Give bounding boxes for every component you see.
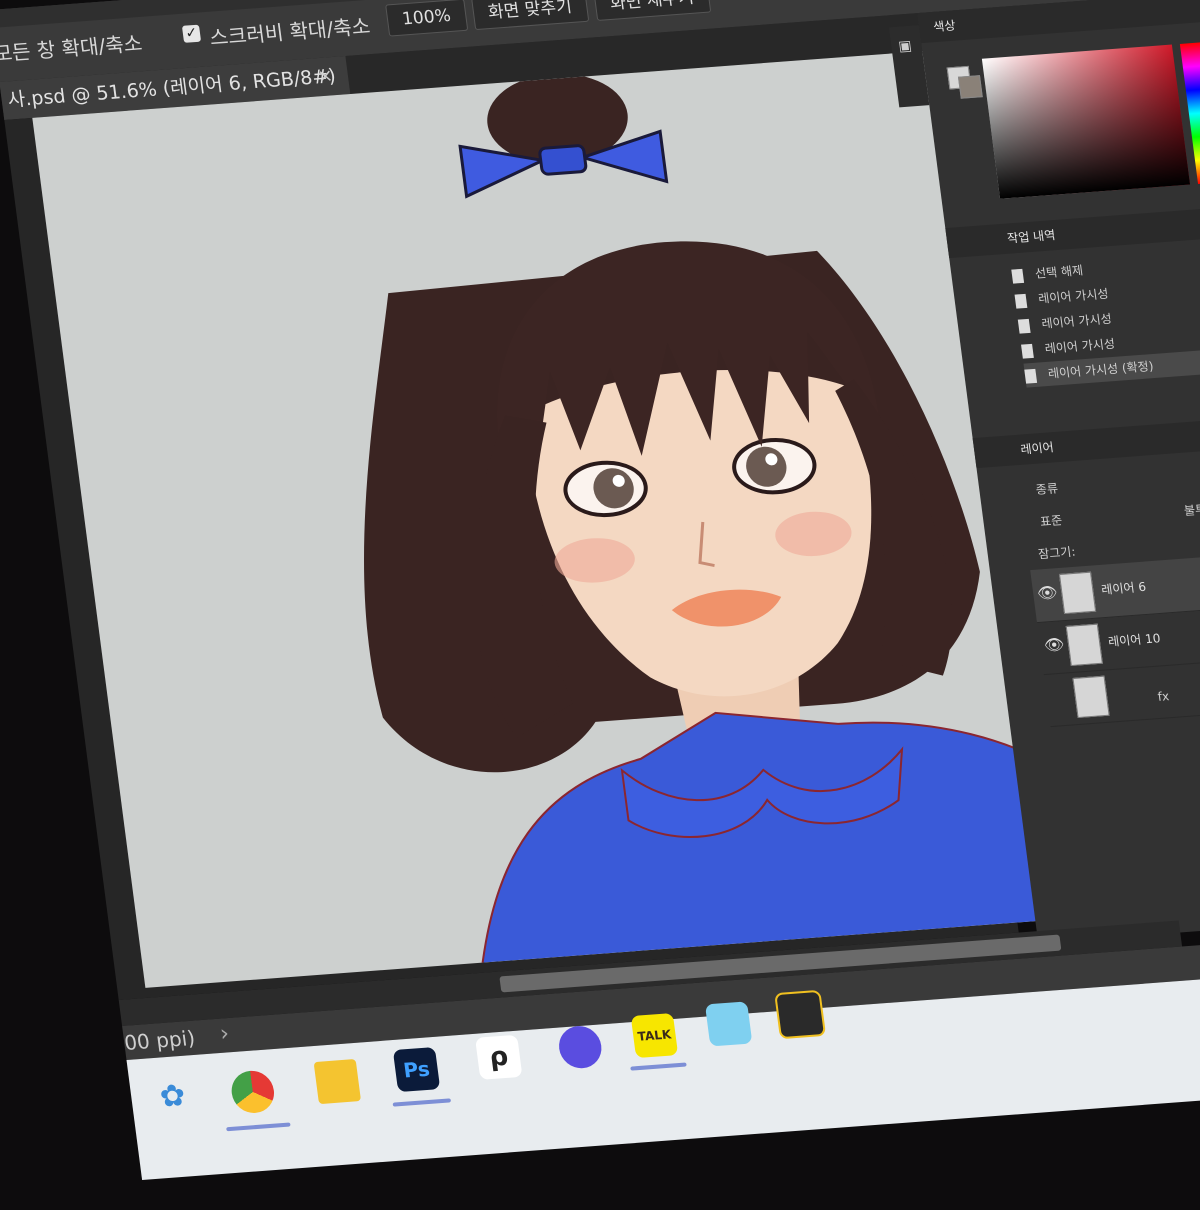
notes-icon[interactable] — [705, 1001, 752, 1046]
zoom-percent-field[interactable]: 100% — [385, 0, 468, 37]
chrome-icon[interactable] — [229, 1069, 276, 1114]
ribbon-knot — [539, 145, 586, 174]
active-indicator — [393, 1098, 452, 1106]
photoshop-icon[interactable]: Ps — [393, 1047, 440, 1092]
status-menu-arrow-icon[interactable]: › — [218, 1021, 230, 1047]
sticky-app-icon[interactable] — [774, 990, 826, 1039]
fill-screen-button[interactable]: 화면 채우기 — [593, 0, 711, 21]
blend-mode-select[interactable]: 표준 — [1039, 511, 1063, 530]
layers-panel-tabs: 레이어 — [973, 413, 1200, 468]
history-panel-tabs: 작업 내역 — [945, 203, 1200, 258]
file-explorer-icon[interactable] — [314, 1059, 361, 1104]
layer-name: 레이어 10 — [1107, 629, 1161, 650]
fit-screen-button[interactable]: 화면 맞추기 — [471, 0, 589, 30]
clip-studio-icon[interactable]: ρ — [475, 1035, 522, 1080]
all-windows-zoom-label[interactable]: 모든 창 확대/축소 — [0, 27, 144, 67]
active-indicator — [630, 1062, 687, 1070]
close-tab-icon[interactable]: × — [315, 57, 335, 96]
layer-thumbnail — [1066, 624, 1103, 666]
canvas-workspace[interactable] — [4, 53, 1018, 1001]
color-picker-field[interactable] — [982, 45, 1190, 199]
active-indicator — [226, 1122, 291, 1131]
tab-color[interactable]: 색상 — [932, 16, 956, 35]
layer-filter-select[interactable]: 종류 — [1035, 479, 1059, 498]
monitor-screen: 모든 창 확대/축소 ✓ 스크러비 확대/축소 100% 화면 맞추기 화면 채… — [0, 0, 1200, 1210]
eye-icon[interactable]: 👁 — [1043, 634, 1066, 655]
layer-thumbnail — [1059, 572, 1096, 614]
eye-icon[interactable]: 👁 — [1036, 582, 1059, 603]
document-icon — [1018, 318, 1031, 333]
comment-icon[interactable]: ▣ — [897, 38, 912, 55]
fx-button[interactable]: fx — [1157, 689, 1170, 704]
kakaotalk-icon[interactable]: TALK — [631, 1013, 678, 1058]
opacity-label: 불투명도: — [1183, 499, 1200, 520]
document-icon — [1011, 268, 1024, 283]
document-icon — [1021, 343, 1034, 358]
document-icon — [1014, 293, 1027, 308]
tab-history[interactable]: 작업 내역 — [1006, 226, 1056, 247]
scrubby-zoom-label[interactable]: 스크러비 확대/축소 — [208, 10, 372, 51]
document-icon — [1024, 368, 1037, 383]
lock-label: 잠그기: — [1037, 543, 1076, 563]
layer-thumbnail — [1072, 676, 1109, 718]
document-info: 00 ppi) — [123, 1026, 197, 1055]
scrubby-zoom-checkbox[interactable]: ✓ — [182, 25, 201, 43]
discord-icon[interactable] — [557, 1025, 604, 1070]
tab-layers[interactable]: 레이어 — [1019, 438, 1054, 457]
layer-name: 레이어 6 — [1100, 578, 1147, 598]
background-swatch[interactable] — [958, 75, 983, 99]
app-flower-icon[interactable]: ✿ — [149, 1077, 196, 1122]
